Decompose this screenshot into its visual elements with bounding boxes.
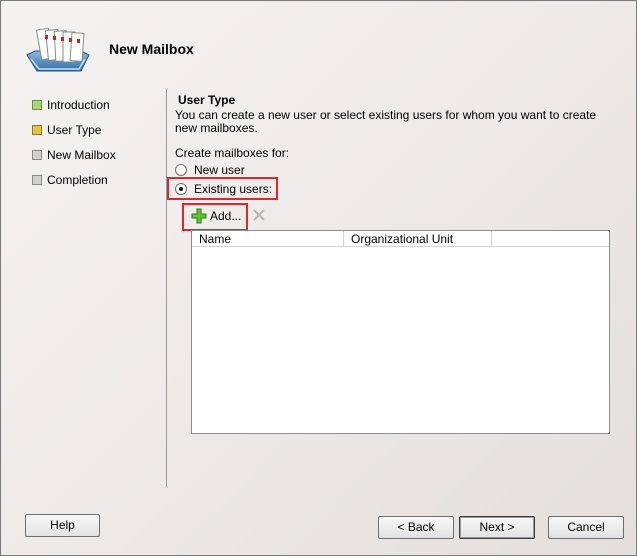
section-description: You can create a new user or select exis… [175,108,597,135]
new-user-radio-option[interactable]: New user [175,162,245,178]
column-header-name[interactable]: Name [192,231,344,246]
create-mailboxes-label: Create mailboxes for: [175,146,290,160]
back-button[interactable]: < Back [378,516,454,539]
step-label: Completion [47,173,108,187]
existing-users-radio[interactable] [175,183,187,195]
step-pending-indicator-icon [32,150,42,160]
step-label: Introduction [47,98,110,112]
column-header-filler [492,231,609,246]
existing-users-radio-option[interactable]: Existing users: [175,181,272,197]
step-divider [166,89,167,487]
existing-users-label: Existing users: [194,182,273,196]
column-header-organizational-unit[interactable]: Organizational Unit [344,231,492,246]
list-header: Name Organizational Unit [192,231,609,247]
wizard-title: New Mailbox [109,41,194,57]
step-label: User Type [47,123,102,137]
step-current-indicator-icon [32,125,42,135]
step-done-indicator-icon [32,100,42,110]
new-user-radio[interactable] [175,164,187,176]
step-new-mailbox: New Mailbox [32,147,116,163]
help-button[interactable]: Help [25,514,100,537]
step-introduction: Introduction [32,97,110,113]
add-button-label: Add... [210,209,242,223]
users-list[interactable]: Name Organizational Unit [191,230,610,434]
new-mailbox-wizard-window: New Mailbox Introduction User Type New M… [0,0,637,556]
add-button[interactable]: Add... [191,207,241,225]
step-label: New Mailbox [47,148,116,162]
cancel-button[interactable]: Cancel [548,516,624,539]
new-user-label: New user [194,163,245,177]
step-pending-indicator-icon [32,175,42,185]
step-user-type: User Type [32,122,101,138]
next-button[interactable]: Next > [459,516,535,539]
mailbox-stack-icon [26,27,90,72]
section-title: User Type [178,93,236,107]
step-completion: Completion [32,172,108,188]
green-plus-icon [191,208,207,224]
remove-x-icon[interactable] [252,208,266,222]
